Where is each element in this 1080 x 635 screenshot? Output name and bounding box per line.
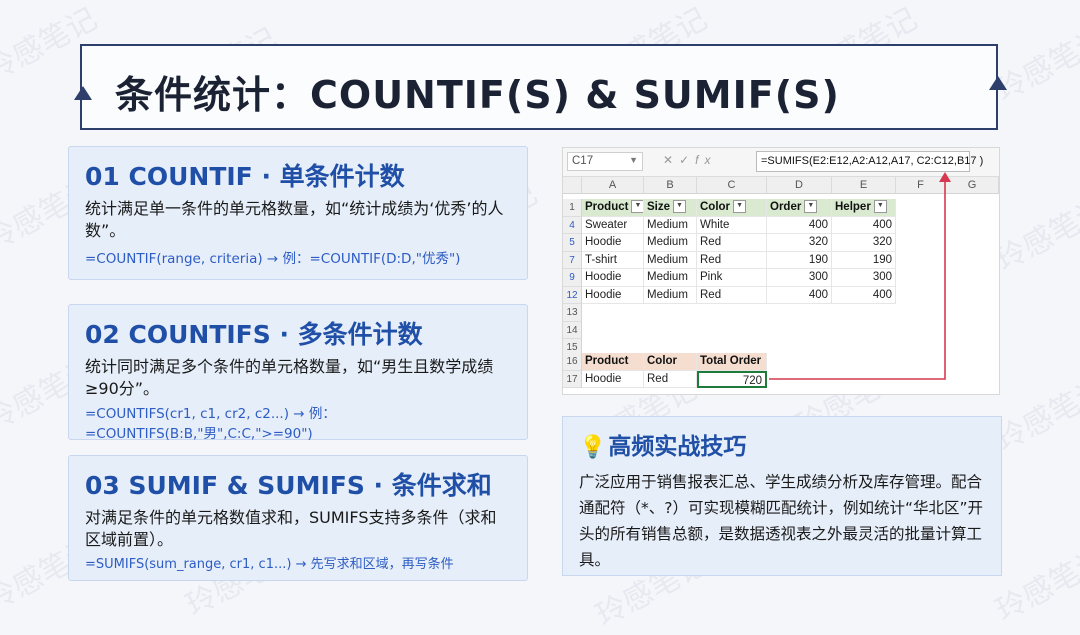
selected-result-cell[interactable]: 720	[697, 370, 767, 388]
lightbulb-icon: 💡	[579, 435, 607, 460]
row-header[interactable]: 5	[563, 234, 582, 252]
table-cell[interactable]: Medium	[644, 234, 697, 252]
table-header-cell[interactable]: Product ▼	[582, 199, 644, 217]
table-cell[interactable]: Sweater	[582, 216, 644, 234]
row-header[interactable]: 17	[563, 370, 582, 388]
table-cell[interactable]: 400	[832, 216, 896, 234]
formula-bar: C17 ▼ ✕✓fx =SUMIFS(E2:E12,A2:A12,A17, C2…	[563, 148, 999, 177]
formula-input[interactable]: =SUMIFS(E2:E12,A2:A12,A17, C2:C12,B17 )	[756, 151, 983, 172]
triangle-decoration-icon	[74, 86, 92, 100]
table-cell[interactable]: Hoodie	[582, 286, 644, 304]
header-label: Order	[770, 201, 802, 213]
card-formula: =COUNTIF(range, criteria) → 例：=COUNTIF(D…	[85, 251, 461, 267]
column-header[interactable]: A	[582, 177, 644, 194]
result-header-cell[interactable]: Product	[582, 353, 644, 371]
tips-body: 广泛应用于销售报表汇总、学生成绩分析及库存管理。配合通配符（*、?）可实现模糊匹…	[579, 473, 984, 569]
column-header[interactable]: G	[946, 177, 999, 194]
header-label: Product	[585, 201, 629, 213]
table-header-cell[interactable]: Size ▼	[644, 199, 697, 217]
row-header[interactable]: 4	[563, 216, 582, 234]
table-cell[interactable]: Medium	[644, 286, 697, 304]
card-description: 统计同时满足多个条件的单元格数量，如“男生且数学成绩≥90分”。	[85, 357, 494, 398]
filter-icon[interactable]: ▼	[631, 200, 643, 214]
row-header[interactable]: 16	[563, 353, 582, 371]
column-header[interactable]: C	[697, 177, 767, 194]
card-sumif: 03 SUMIF & SUMIFS · 条件求和 对满足条件的单元格数值求和，S…	[68, 455, 528, 581]
watermark: 玲感笔记	[990, 191, 1080, 279]
card-formula: =SUMIFS(sum_range, cr1, c1...) → 先写求和区域，…	[85, 557, 454, 572]
table-cell[interactable]: Pink	[697, 269, 767, 287]
table-cell[interactable]: 320	[832, 234, 896, 252]
card-countifs: 02 COUNTIFS · 多条件计数 统计同时满足多个条件的单元格数量，如“男…	[68, 304, 528, 442]
triangle-decoration-icon	[989, 76, 1007, 90]
table-cell[interactable]: White	[697, 216, 767, 234]
card-heading: 03 SUMIF & SUMIFS · 条件求和	[85, 471, 492, 500]
row-header[interactable]: 1	[563, 199, 582, 217]
title-frame: 条件统计：COUNTIF(S) & SUMIF(S)	[80, 44, 998, 130]
result-header-cell[interactable]: Color	[644, 353, 697, 371]
chevron-down-icon[interactable]: ▼	[629, 155, 638, 165]
corner-cell[interactable]	[563, 177, 582, 194]
table-cell[interactable]: 300	[832, 269, 896, 287]
table-cell[interactable]: Medium	[644, 216, 697, 234]
table-cell[interactable]: 300	[767, 269, 832, 287]
filter-active-icon[interactable]: ▼	[673, 200, 687, 214]
row-header[interactable]: 12	[563, 286, 582, 304]
result-cell[interactable]: Hoodie	[582, 370, 644, 388]
table-header-cell[interactable]: Helper ▼	[832, 199, 896, 217]
table-cell[interactable]: 320	[767, 234, 832, 252]
card-heading: 02 COUNTIFS · 多条件计数	[85, 320, 423, 349]
header-label: Color	[700, 201, 731, 213]
table-cell[interactable]: Hoodie	[582, 269, 644, 287]
check-icon[interactable]: ✓	[679, 153, 695, 167]
filter-icon[interactable]: ▼	[873, 200, 887, 214]
table-cell[interactable]: T-shirt	[582, 251, 644, 269]
table-cell[interactable]: Red	[697, 251, 767, 269]
watermark: 玲感笔记	[990, 21, 1080, 109]
card-description: 统计满足单一条件的单元格数量，如“统计成绩为‘优秀’的人数”。	[85, 199, 504, 240]
column-header[interactable]: D	[767, 177, 832, 194]
row-header[interactable]: 7	[563, 251, 582, 269]
column-header[interactable]: B	[644, 177, 697, 194]
tips-heading-row: 💡高频实战技巧	[579, 427, 985, 461]
filter-icon[interactable]: ▼	[804, 200, 818, 214]
table-cell[interactable]: 400	[832, 286, 896, 304]
table-cell[interactable]: 400	[767, 286, 832, 304]
table-cell[interactable]: 400	[767, 216, 832, 234]
table-cell[interactable]: Red	[697, 234, 767, 252]
column-header[interactable]: F	[896, 177, 946, 194]
formula-bar-icons: ✕✓fx	[663, 153, 716, 167]
header-label: Helper	[835, 201, 871, 213]
row-header[interactable]: 13	[563, 304, 582, 322]
result-cell[interactable]: Red	[644, 370, 697, 388]
table-header-cell[interactable]: Order ▼	[767, 199, 832, 217]
fx-icon[interactable]: fx	[695, 153, 716, 167]
card-formula: =COUNTIFS(cr1, c1, cr2, c2...) → 例：=COUN…	[85, 406, 336, 442]
card-description: 对满足条件的单元格数值求和，SUMIFS支持多条件（求和区域前置）。	[85, 508, 497, 549]
header-label: Size	[647, 201, 671, 213]
column-header[interactable]: E	[832, 177, 896, 194]
table-cell[interactable]: Hoodie	[582, 234, 644, 252]
result-header-cell[interactable]: Total Order	[697, 353, 767, 371]
table-cell[interactable]: 190	[767, 251, 832, 269]
table-cell[interactable]: 190	[832, 251, 896, 269]
table-cell[interactable]: Medium	[644, 269, 697, 287]
tips-heading: 高频实战技巧	[608, 434, 747, 460]
spreadsheet: C17 ▼ ✕✓fx =SUMIFS(E2:E12,A2:A12,A17, C2…	[562, 147, 1000, 395]
name-box-value: C17	[572, 155, 594, 167]
table-cell[interactable]: Medium	[644, 251, 697, 269]
filter-icon[interactable]: ▼	[733, 200, 747, 214]
card-countif: 01 COUNTIF · 单条件计数 统计满足单一条件的单元格数量，如“统计成绩…	[68, 146, 528, 280]
table-header-cell[interactable]: Color ▼	[697, 199, 767, 217]
row-header[interactable]: 14	[563, 321, 582, 339]
name-box[interactable]: C17 ▼	[567, 152, 643, 171]
card-heading: 01 COUNTIF · 单条件计数	[85, 162, 405, 191]
page-title: 条件统计：COUNTIF(S) & SUMIF(S)	[115, 73, 840, 117]
row-header[interactable]: 9	[563, 269, 582, 287]
cancel-icon[interactable]: ✕	[663, 153, 679, 167]
table-cell[interactable]: Red	[697, 286, 767, 304]
tips-card: 💡高频实战技巧 广泛应用于销售报表汇总、学生成绩分析及库存管理。配合通配符（*、…	[562, 416, 1002, 576]
